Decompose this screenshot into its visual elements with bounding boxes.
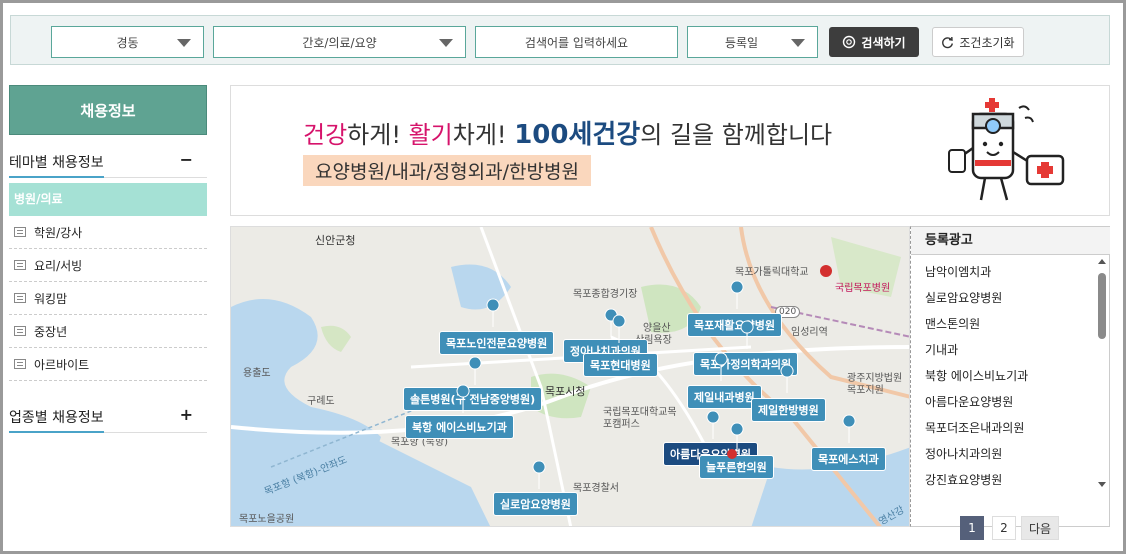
scroll-up-icon[interactable] xyxy=(1098,259,1106,264)
map-pin[interactable]: 솔튼병원(구 전남중앙병원) xyxy=(403,387,543,411)
banner-headline: 건강하게! 활기차게! 100세건강의 길을 함께합니다 xyxy=(303,114,832,151)
refresh-icon xyxy=(942,36,954,48)
category-item[interactable]: 학원/강사 xyxy=(9,216,207,249)
page-1-button[interactable]: 1 xyxy=(960,516,984,540)
category-item[interactable]: 워킹맘 xyxy=(9,282,207,315)
sort-select-value: 등록일 xyxy=(724,35,759,50)
map-pin[interactable]: 목포재활요양병원 xyxy=(687,313,782,337)
hospital-map[interactable]: 신안군청 목포종합경기장 목포가톨릭대학교 국립목포병원 양을산 산림욕장 임성… xyxy=(230,226,910,527)
map-pin[interactable]: 목포에스치과 xyxy=(811,447,886,471)
scroll-thumb[interactable] xyxy=(1098,273,1106,339)
map-place: 목포경찰서 xyxy=(573,483,619,494)
industry-section-header[interactable]: 업종별 채용정보 + xyxy=(9,405,207,433)
ad-item[interactable]: 정아나치과의원 xyxy=(925,441,1028,467)
map-pin[interactable]: 목포노인전문요양병원 xyxy=(439,331,555,355)
category-label: 요리/서빙 xyxy=(34,258,83,273)
map-pin[interactable]: 제일한방병원 xyxy=(751,398,826,422)
map-place: 광주지방법원목포지원 xyxy=(847,373,903,396)
keyword-placeholder: 검색어를 입력하세요 xyxy=(524,35,629,50)
category-item[interactable]: 요리/서빙 xyxy=(9,249,207,282)
next-page-button[interactable]: 다음 xyxy=(1021,516,1059,540)
medical-mascot-icon xyxy=(948,98,1065,201)
reset-button-label: 조건초기화 xyxy=(959,35,1015,50)
promo-banner[interactable]: 건강하게! 활기차게! 100세건강의 길을 함께합니다 요양병원/내과/정형외… xyxy=(230,85,1110,216)
map-place: 국립목포대학교목포캠퍼스 xyxy=(603,407,677,430)
category-item[interactable]: 아르바이트 xyxy=(9,348,207,381)
ads-scrollbar[interactable] xyxy=(1097,257,1107,489)
banner-word: 활기 xyxy=(408,121,453,149)
map-pin[interactable]: 목포가정의학과의원 xyxy=(693,352,799,376)
category-label: 중장년 xyxy=(34,324,68,339)
map-pin[interactable]: 목포현대병원 xyxy=(583,353,658,377)
map-place: 구례도 xyxy=(307,396,335,407)
ad-item[interactable]: 기내과 xyxy=(925,337,1028,363)
industry-section-title: 업종별 채용정보 xyxy=(9,407,104,433)
category-item-active[interactable]: 병원/의료 xyxy=(9,183,207,216)
search-icon xyxy=(843,35,856,49)
map-place: 목포시청 xyxy=(545,385,586,398)
map-pin[interactable]: 북항 에이스비뇨기과 xyxy=(405,415,514,439)
category-label: 워킹맘 xyxy=(34,291,68,306)
ad-item[interactable]: 실로암요양병원 xyxy=(925,285,1028,311)
category-label: 아르바이트 xyxy=(34,357,90,372)
search-button[interactable]: 검색하기 xyxy=(829,27,919,57)
reset-button[interactable]: 조건초기화 xyxy=(932,27,1024,57)
search-bar: 경동 간호/의료/요양 검색어를 입력하세요 등록일 검색하기 조건초기화 xyxy=(10,15,1110,65)
chevron-down-icon xyxy=(791,39,805,47)
ads-list: 남악이엠치과 실로암요양병원 맨스톤의원 기내과 북항 에이스비뇨기과 아름다운… xyxy=(925,259,1028,493)
keyword-input[interactable]: 검색어를 입력하세요 xyxy=(475,26,678,58)
registered-ads-panel: 등록광고 남악이엠치과 실로암요양병원 맨스톤의원 기내과 북항 에이스비뇨기과… xyxy=(910,226,1110,527)
map-place: 목포가톨릭대학교 xyxy=(735,267,809,278)
collapse-icon[interactable]: − xyxy=(180,150,193,169)
sidebar-title[interactable]: 채용정보 xyxy=(9,85,207,135)
map-pin[interactable]: 늘푸른한의원 xyxy=(699,455,774,479)
ad-item[interactable]: 남악이엠치과 xyxy=(925,259,1028,285)
map-place: 국립목포병원 xyxy=(835,283,891,294)
ads-title: 등록광고 xyxy=(911,227,1110,255)
list-icon xyxy=(14,326,26,336)
map-place: 신안군청 xyxy=(315,234,356,247)
expand-icon[interactable]: + xyxy=(180,405,193,424)
map-place: 목포노을공원 xyxy=(239,514,295,525)
category-item[interactable]: 중장년 xyxy=(9,315,207,348)
category-select[interactable]: 간호/의료/요양 xyxy=(213,26,466,58)
banner-word: 하게! xyxy=(347,121,409,149)
ad-item[interactable]: 북항 에이스비뇨기과 xyxy=(925,363,1028,389)
region-select[interactable]: 경동 xyxy=(51,26,204,58)
theme-section-header[interactable]: 테마별 채용정보 − xyxy=(9,150,207,178)
ad-item[interactable]: 맨스톤의원 xyxy=(925,311,1028,337)
category-label: 학원/강사 xyxy=(34,225,83,240)
theme-section-title: 테마별 채용정보 xyxy=(9,152,104,178)
chevron-down-icon xyxy=(177,39,191,47)
ad-item[interactable]: 아름다운요양병원 xyxy=(925,389,1028,415)
search-button-label: 검색하기 xyxy=(861,35,906,50)
scroll-down-icon[interactable] xyxy=(1098,482,1106,487)
banner-word: 건강 xyxy=(303,121,348,149)
map-pin[interactable]: 실로암요양병원 xyxy=(493,492,578,516)
banner-subline: 요양병원/내과/정형외과/한방병원 xyxy=(303,155,591,186)
page-2-button[interactable]: 2 xyxy=(992,516,1016,540)
banner-word: 100세건강 xyxy=(514,120,641,150)
list-icon xyxy=(14,359,26,369)
ad-item[interactable]: 목포더조은내과의원 xyxy=(925,415,1028,441)
map-place: 임성리역 xyxy=(791,327,828,338)
banner-word: 의 길을 함께합니다 xyxy=(640,121,833,149)
map-place: 용출도 xyxy=(243,368,271,379)
ad-item[interactable]: 강진효요양병원 xyxy=(925,467,1028,493)
region-select-value: 경동 xyxy=(116,35,139,50)
chevron-down-icon xyxy=(439,39,453,47)
list-icon xyxy=(14,293,26,303)
map-place: 목포종합경기장 xyxy=(573,289,638,300)
category-select-value: 간호/의료/요양 xyxy=(302,35,377,50)
sort-select[interactable]: 등록일 xyxy=(687,26,818,58)
list-icon xyxy=(14,260,26,270)
list-icon xyxy=(14,227,26,237)
banner-word: 차게! xyxy=(452,121,515,149)
